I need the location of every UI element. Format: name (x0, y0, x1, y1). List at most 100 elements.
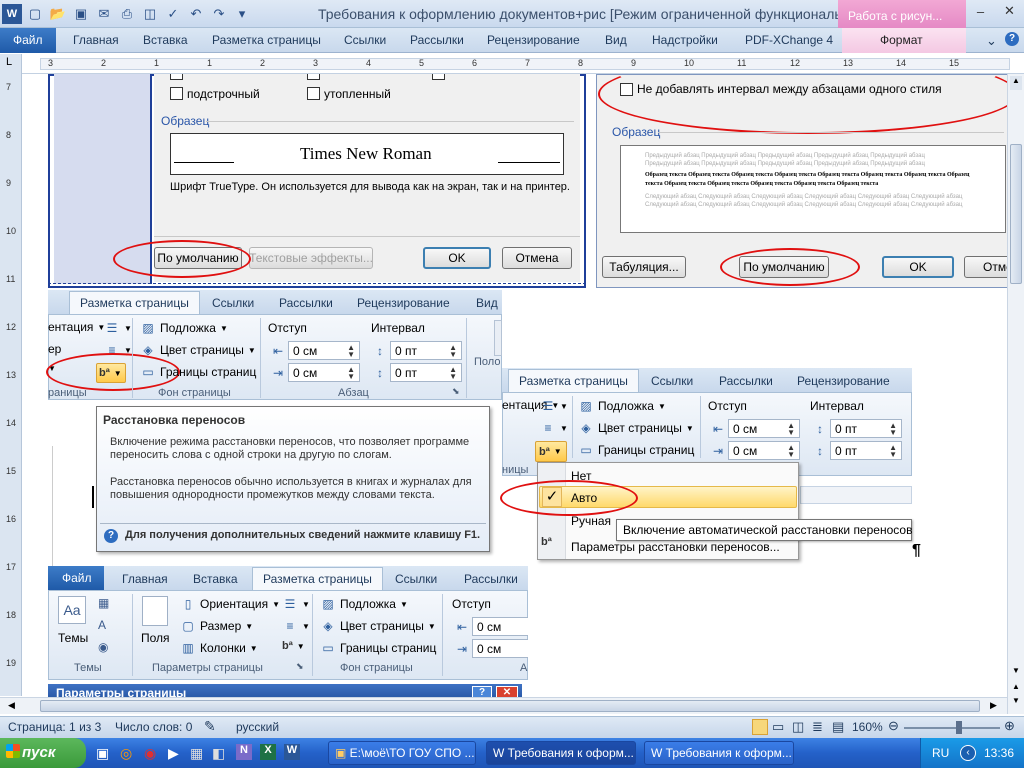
position-button-fragment[interactable] (494, 320, 502, 356)
spin-arrows-icon[interactable]: ▲ ▼ (347, 366, 355, 381)
prev-page-icon[interactable]: ▲ (1010, 682, 1022, 694)
ribbon1-indent-left-input[interactable]: 0 см ▲ ▼ (288, 341, 360, 360)
dialog-help-icon[interactable]: ? (472, 686, 492, 698)
redo-icon[interactable]: ↷ (209, 4, 229, 24)
theme-colors-icon[interactable]: ▦ (98, 596, 109, 610)
status-zoom[interactable]: 160% (852, 720, 883, 734)
quicklaunch-desktop-icon[interactable]: ▣ (96, 745, 109, 762)
status-language[interactable]: русский (236, 720, 279, 734)
ribbon1-tab-mailings[interactable]: Рассылки (279, 296, 333, 310)
print-icon[interactable]: ⎙ (117, 4, 137, 24)
ribbon3-themes-button[interactable]: Темы (58, 631, 88, 645)
font-ok-button[interactable]: OK (423, 247, 491, 269)
email-icon[interactable]: ✉ (94, 4, 114, 24)
theme-effects-icon[interactable]: ◉ (98, 640, 108, 654)
tab-addins[interactable]: Надстройки (652, 33, 718, 47)
ribbon2-tab-page-layout[interactable]: Разметка страницы (508, 369, 639, 392)
ribbon1-spacing-after-input[interactable]: 0 пт ▲ ▼ (390, 363, 462, 382)
spin-arrows-icon[interactable]: ▲ ▼ (449, 344, 457, 359)
view-draft-icon[interactable]: ▤ (832, 719, 844, 735)
tab-mailings[interactable]: Рассылки (410, 33, 464, 47)
ribbon3-tab-home[interactable]: Главная (122, 572, 168, 586)
tab-review[interactable]: Рецензирование (487, 33, 580, 47)
ribbon1-tab-references[interactable]: Ссылки (212, 296, 254, 310)
ribbon3-breaks[interactable]: ☰ ▼ (282, 596, 310, 612)
view-outline-icon[interactable]: ≣ (812, 719, 823, 735)
scroll-left-icon[interactable]: ◀ (8, 700, 15, 711)
ribbon2-tab-review[interactable]: Рецензирование (797, 374, 890, 388)
open-icon[interactable]: 📂 (48, 4, 68, 24)
status-words[interactable]: Число слов: 0 (115, 720, 192, 734)
preview-icon[interactable]: ◫ (140, 4, 160, 24)
spell-icon[interactable]: ✓ (163, 4, 183, 24)
ribbon3-indent-right-input[interactable]: 0 см (472, 639, 528, 658)
zoom-slider[interactable] (904, 727, 1000, 729)
tabs-button[interactable]: Табуляция... (602, 256, 686, 278)
customize-icon[interactable]: ▾ (232, 4, 252, 24)
ribbon3-indent-left-input[interactable]: 0 см (472, 617, 528, 636)
tab-selector[interactable]: L (0, 54, 22, 74)
horizontal-scrollbar[interactable]: ◀ ▶ (0, 697, 1007, 714)
help-icon[interactable]: ? (1005, 32, 1019, 46)
quicklaunch-opera-icon[interactable]: ◉ (144, 745, 156, 762)
tab-home[interactable]: Главная (73, 33, 119, 47)
save-icon[interactable]: ▣ (71, 4, 91, 24)
ribbon1-tab-review[interactable]: Рецензирование (357, 296, 450, 310)
dialog-launcher-icon[interactable]: ⬊ (296, 661, 304, 672)
tab-file[interactable]: Файл (0, 28, 56, 53)
ribbon3-watermark[interactable]: ▨ Подложка ▼ (320, 596, 408, 612)
ribbon2-spacing-after-input[interactable]: 0 пт ▲ ▼ (830, 441, 902, 460)
taskbar-task-explorer[interactable]: ▣ E:\моё\ТО ГОУ СПО ... (328, 741, 476, 765)
checkbox-hidden-3[interactable] (432, 74, 445, 80)
new-doc-icon[interactable]: ▢ (25, 4, 45, 24)
ribbon1-orientation[interactable]: ентация ▼ (48, 320, 105, 334)
margins-icon[interactable] (142, 596, 168, 626)
scroll-down-icon[interactable]: ▼ (1010, 666, 1022, 678)
ribbon3-tab-file[interactable]: Файл (48, 566, 104, 590)
view-print-layout-icon[interactable] (752, 719, 768, 735)
ribbon1-page-color[interactable]: ◈ Цвет страницы ▼ (140, 342, 255, 358)
ribbon3-tab-page-layout[interactable]: Разметка страницы (252, 567, 383, 590)
quicklaunch-word-icon[interactable]: W (284, 744, 300, 760)
checkbox-hidden[interactable] (170, 74, 183, 80)
vertical-scrollbar[interactable]: ▲ ▼ ▲ ▼ (1007, 74, 1024, 714)
para-ok-button[interactable]: OK (882, 256, 954, 278)
ribbon3-margins-button[interactable]: Поля (141, 631, 170, 645)
checkbox-hidden-2[interactable] (307, 74, 320, 80)
undo-icon[interactable]: ↶ (186, 4, 206, 24)
ribbon3-page-color[interactable]: ◈ Цвет страницы ▼ (320, 618, 435, 634)
themes-icon[interactable]: Aa (58, 596, 86, 624)
tray-language[interactable]: RU (932, 746, 949, 760)
scroll-thumb[interactable] (1010, 144, 1022, 284)
tab-references[interactable]: Ссылки (344, 33, 386, 47)
spin-arrows-icon[interactable]: ▲ ▼ (787, 422, 795, 437)
font-cancel-button[interactable]: Отмена (502, 247, 572, 269)
ribbon3-columns[interactable]: ▥ Колонки ▼ (180, 640, 257, 656)
ribbon2-indent-right-input[interactable]: 0 см ▲ ▼ (728, 441, 800, 460)
ribbon2-tab-mailings[interactable]: Рассылки (719, 374, 773, 388)
ribbon3-tab-insert[interactable]: Вставка (193, 572, 238, 586)
spin-arrows-icon[interactable]: ▲ ▼ (889, 422, 897, 437)
spin-arrows-icon[interactable]: ▲ ▼ (347, 344, 355, 359)
ribbon3-tab-mailings[interactable]: Рассылки (464, 572, 518, 586)
para-cancel-button[interactable]: Отме (964, 256, 1010, 278)
engrave-checkbox[interactable] (307, 87, 320, 100)
ribbon2-watermark[interactable]: ▨ Подложка ▼ (578, 398, 666, 414)
quicklaunch-calc-icon[interactable]: ▦ (190, 745, 203, 762)
ribbon2-spacing-before-input[interactable]: 0 пт ▲ ▼ (830, 419, 902, 438)
quicklaunch-app-icon[interactable]: ◧ (212, 745, 225, 762)
tab-page-layout[interactable]: Разметка страницы (212, 33, 321, 47)
ribbon3-hyphenation[interactable]: bª ▼ (282, 640, 305, 652)
ribbon2-page-color[interactable]: ◈ Цвет страницы ▼ (578, 420, 693, 436)
theme-fonts-icon[interactable]: A (98, 618, 106, 632)
status-page[interactable]: Страница: 1 из 3 (8, 720, 101, 734)
word-icon[interactable]: W (2, 4, 22, 24)
text-effects-button[interactable]: Текстовые эффекты... (249, 247, 373, 269)
quicklaunch-onenote-icon[interactable]: N (236, 744, 252, 760)
zoom-slider-thumb[interactable] (956, 721, 962, 734)
zoom-out-icon[interactable]: ⊖ (888, 718, 899, 734)
ribbon1-tab-view[interactable]: Вид (476, 296, 498, 310)
taskbar-task-word-2[interactable]: W Требования к оформ... (644, 741, 794, 765)
minimize-ribbon-icon[interactable]: ⌄ (986, 33, 997, 49)
tab-pdf-xchange[interactable]: PDF-XChange 4 (745, 33, 833, 47)
